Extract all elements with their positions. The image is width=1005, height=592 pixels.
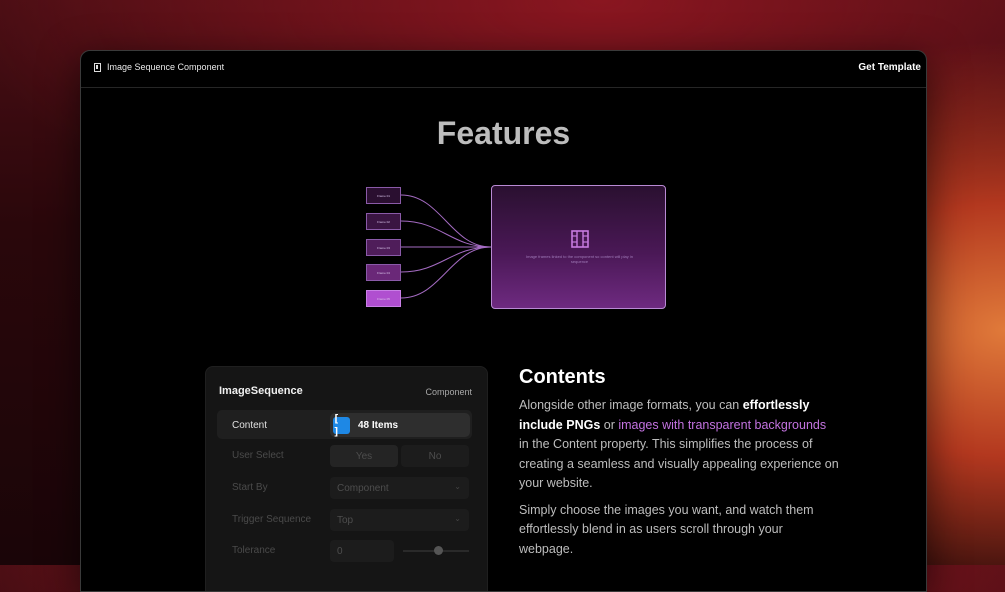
panel-title: ImageSequence (219, 385, 303, 397)
trigger-sequence-select[interactable]: Top ⌄ (330, 509, 469, 531)
tolerance-input[interactable]: 0 (330, 540, 394, 562)
user-select-yes[interactable]: Yes (330, 445, 398, 467)
tolerance-slider-handle[interactable] (434, 546, 443, 555)
content-label: Content (232, 420, 268, 431)
film-strip-icon (571, 230, 589, 248)
properties-panel: ImageSequence Component Content [ ] 48 I… (205, 366, 488, 591)
contents-paragraph-2: Simply choose the images you want, and w… (519, 502, 814, 556)
connector-line (400, 246, 492, 273)
tolerance-label: Tolerance (232, 545, 276, 556)
content-field[interactable]: [ ] 48 Items (330, 412, 470, 438)
array-brackets-icon: [ ] (333, 412, 350, 438)
paragraph-text: or (600, 417, 619, 432)
connector-line (400, 194, 492, 248)
transparent-images-link[interactable]: images with transparent backgrounds (618, 418, 826, 432)
panel-subtitle: Component (425, 387, 472, 397)
frame-box: Frame 02 (366, 213, 401, 230)
start-by-label: Start By (232, 482, 268, 493)
connector-line (400, 220, 492, 248)
contents-section: Contents Alongside other image formats, … (519, 366, 839, 559)
frame-box: Frame 05 (366, 290, 401, 307)
frame-box: Frame 03 (366, 239, 401, 256)
content-value: 48 Items (358, 419, 399, 431)
chevron-down-icon: ⌄ (454, 482, 461, 491)
start-by-value: Component (337, 482, 389, 494)
user-select-label: User Select (232, 450, 284, 461)
app-window: Image Sequence Component Get Template Fe… (80, 50, 927, 592)
chevron-down-icon: ⌄ (454, 514, 461, 523)
contents-heading: Contents (519, 366, 606, 388)
preview-caption: Image frames linked to the component so … (526, 254, 633, 264)
user-select-no[interactable]: No (401, 445, 469, 467)
connector-line (400, 246, 492, 299)
component-preview: Image frames linked to the component so … (491, 185, 666, 309)
frame-box: Frame 04 (366, 264, 401, 281)
trigger-sequence-value: Top (337, 514, 354, 526)
trigger-sequence-label: Trigger Sequence (232, 514, 312, 525)
contents-paragraph-1: Alongside other image formats, you can e… (519, 396, 839, 494)
frame-box: Frame 01 (366, 187, 401, 204)
paragraph-text: in the Content property. This simplifies… (519, 437, 839, 490)
start-by-select[interactable]: Component ⌄ (330, 477, 469, 499)
paragraph-text: Alongside other image formats, you can (519, 398, 743, 412)
